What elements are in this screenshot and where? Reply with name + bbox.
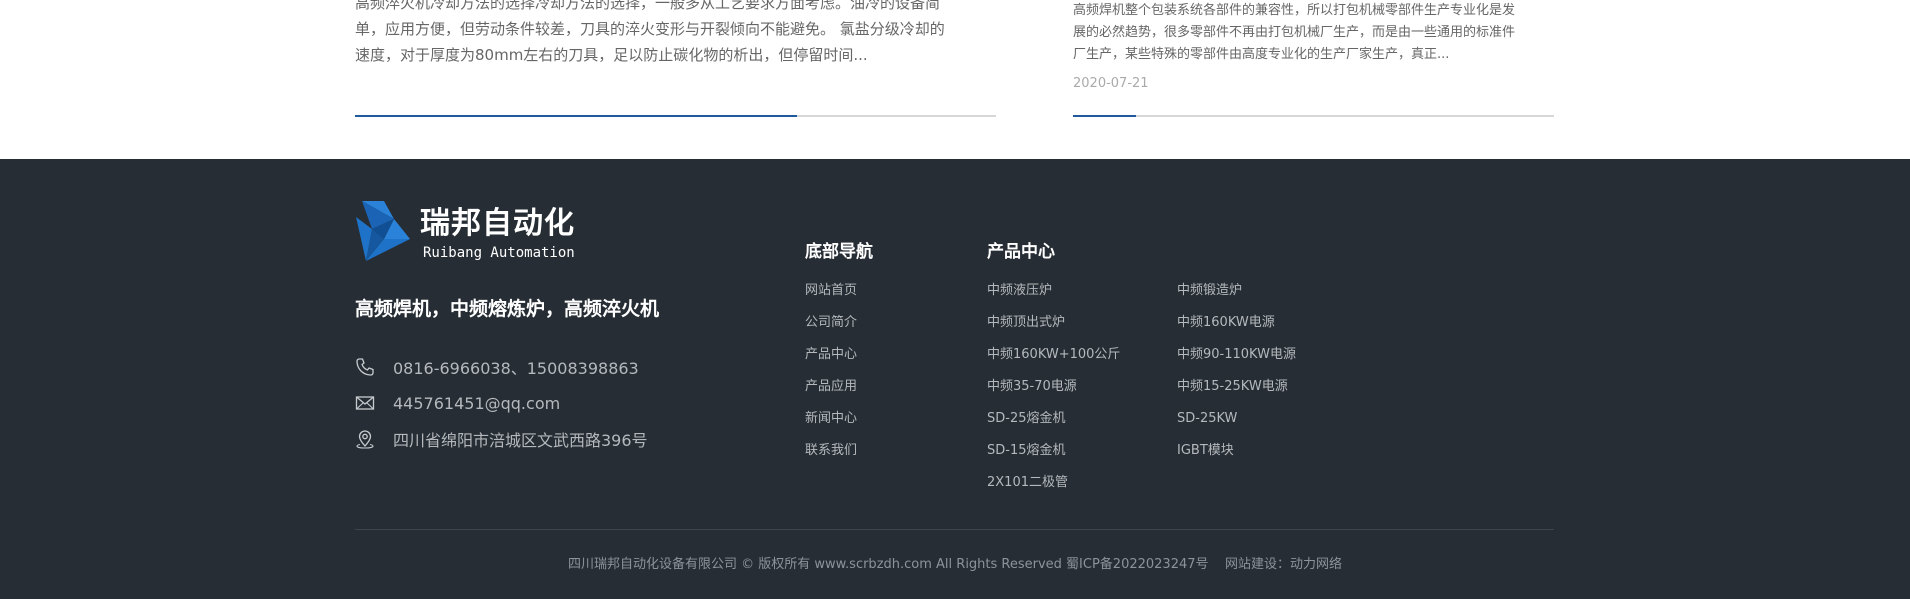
contact-address: 四川省绵阳市涪城区文武西路396号 <box>355 429 648 450</box>
footer-logo[interactable]: 瑞邦自动化 Ruibang Automation <box>354 199 575 269</box>
news-progress-fill <box>355 115 798 117</box>
footer-products-title: 产品中心 <box>987 242 1055 262</box>
footer-nav-list: 网站首页 公司简介 产品中心 产品应用 新闻中心 联系我们 <box>805 275 857 467</box>
street-address: 四川省绵阳市涪城区文武西路396号 <box>393 431 648 450</box>
news-item-left[interactable]: 高频淬火机冷却方法的选择冷却方法的选择，一般多从工艺要求方面考虑。油冷的设备简 … <box>355 0 996 117</box>
footer-slogan: 高频焊机，中频熔炼炉，高频淬火机 <box>355 298 660 320</box>
news-excerpt: 高频淬火机冷却方法的选择冷却方法的选择，一般多从工艺要求方面考虑。油冷的设备简 … <box>355 0 945 64</box>
contact-email: 445761451@qq.com <box>355 393 560 413</box>
product-link[interactable]: 中频15-25KW电源 <box>1177 371 1296 403</box>
news-progress-bar <box>355 115 996 117</box>
product-link[interactable]: IGBT模块 <box>1177 435 1296 467</box>
news-progress-bar <box>1073 115 1554 117</box>
product-link[interactable]: 中频液压炉 <box>987 275 1120 307</box>
site-footer: 瑞邦自动化 Ruibang Automation 高频焊机，中频熔炼炉，高频淬火… <box>0 159 1910 599</box>
logo-triangle-icon <box>354 199 412 269</box>
news-excerpt: 高频焊机整个包装系统各部件的兼容性，所以打包机械零部件生产专业化是发 展的必然趋… <box>1073 3 1516 62</box>
product-link[interactable]: 2X101二极管 <box>987 467 1120 499</box>
mail-icon <box>355 393 375 413</box>
footer-nav-link[interactable]: 产品应用 <box>805 371 857 403</box>
product-link[interactable]: SD-25熔金机 <box>987 403 1120 435</box>
news-section: 高频淬火机冷却方法的选择冷却方法的选择，一般多从工艺要求方面考虑。油冷的设备简 … <box>0 0 1910 159</box>
location-pin-icon <box>355 429 375 449</box>
footer-nav-link[interactable]: 公司简介 <box>805 307 857 339</box>
copyright-text[interactable]: 四川瑞邦自动化设备有限公司 © 版权所有 www.scrbzdh.com All… <box>0 553 1910 572</box>
phone-icon <box>355 357 375 377</box>
product-link[interactable]: 中频顶出式炉 <box>987 307 1120 339</box>
product-link[interactable]: 中频90-110KW电源 <box>1177 339 1296 371</box>
footer-products-list: 中频锻造炉 中频160KW电源 中频90-110KW电源 中频15-25KW电源… <box>1177 275 1296 467</box>
product-link[interactable]: 中频35-70电源 <box>987 371 1120 403</box>
product-link[interactable]: 中频锻造炉 <box>1177 275 1296 307</box>
news-date: 2020-07-21 <box>1073 76 1149 91</box>
news-item-right[interactable]: 高频焊机整个包装系统各部件的兼容性，所以打包机械零部件生产专业化是发 展的必然趋… <box>1073 0 1554 117</box>
footer-nav-link[interactable]: 网站首页 <box>805 275 857 307</box>
footer-nav-link[interactable]: 产品中心 <box>805 339 857 371</box>
logo-name-cn: 瑞邦自动化 <box>420 206 575 241</box>
footer-products-list: 中频液压炉 中频顶出式炉 中频160KW+100公斤 中频35-70电源 SD-… <box>987 275 1120 499</box>
phone-number: 0816-6966038、15008398863 <box>393 359 639 378</box>
product-link[interactable]: 中频160KW电源 <box>1177 307 1296 339</box>
footer-nav-title: 底部导航 <box>805 242 873 262</box>
logo-name-en: Ruibang Automation <box>423 245 575 261</box>
footer-nav-link[interactable]: 新闻中心 <box>805 403 857 435</box>
footer-nav-link[interactable]: 联系我们 <box>805 435 857 467</box>
footer-divider <box>355 529 1554 530</box>
product-link[interactable]: SD-15熔金机 <box>987 435 1120 467</box>
contact-phone: 0816-6966038、15008398863 <box>355 357 639 378</box>
product-link[interactable]: 中频160KW+100公斤 <box>987 339 1120 371</box>
email-address: 445761451@qq.com <box>393 393 561 413</box>
product-link[interactable]: SD-25KW <box>1177 403 1296 435</box>
news-progress-fill <box>1073 115 1136 117</box>
